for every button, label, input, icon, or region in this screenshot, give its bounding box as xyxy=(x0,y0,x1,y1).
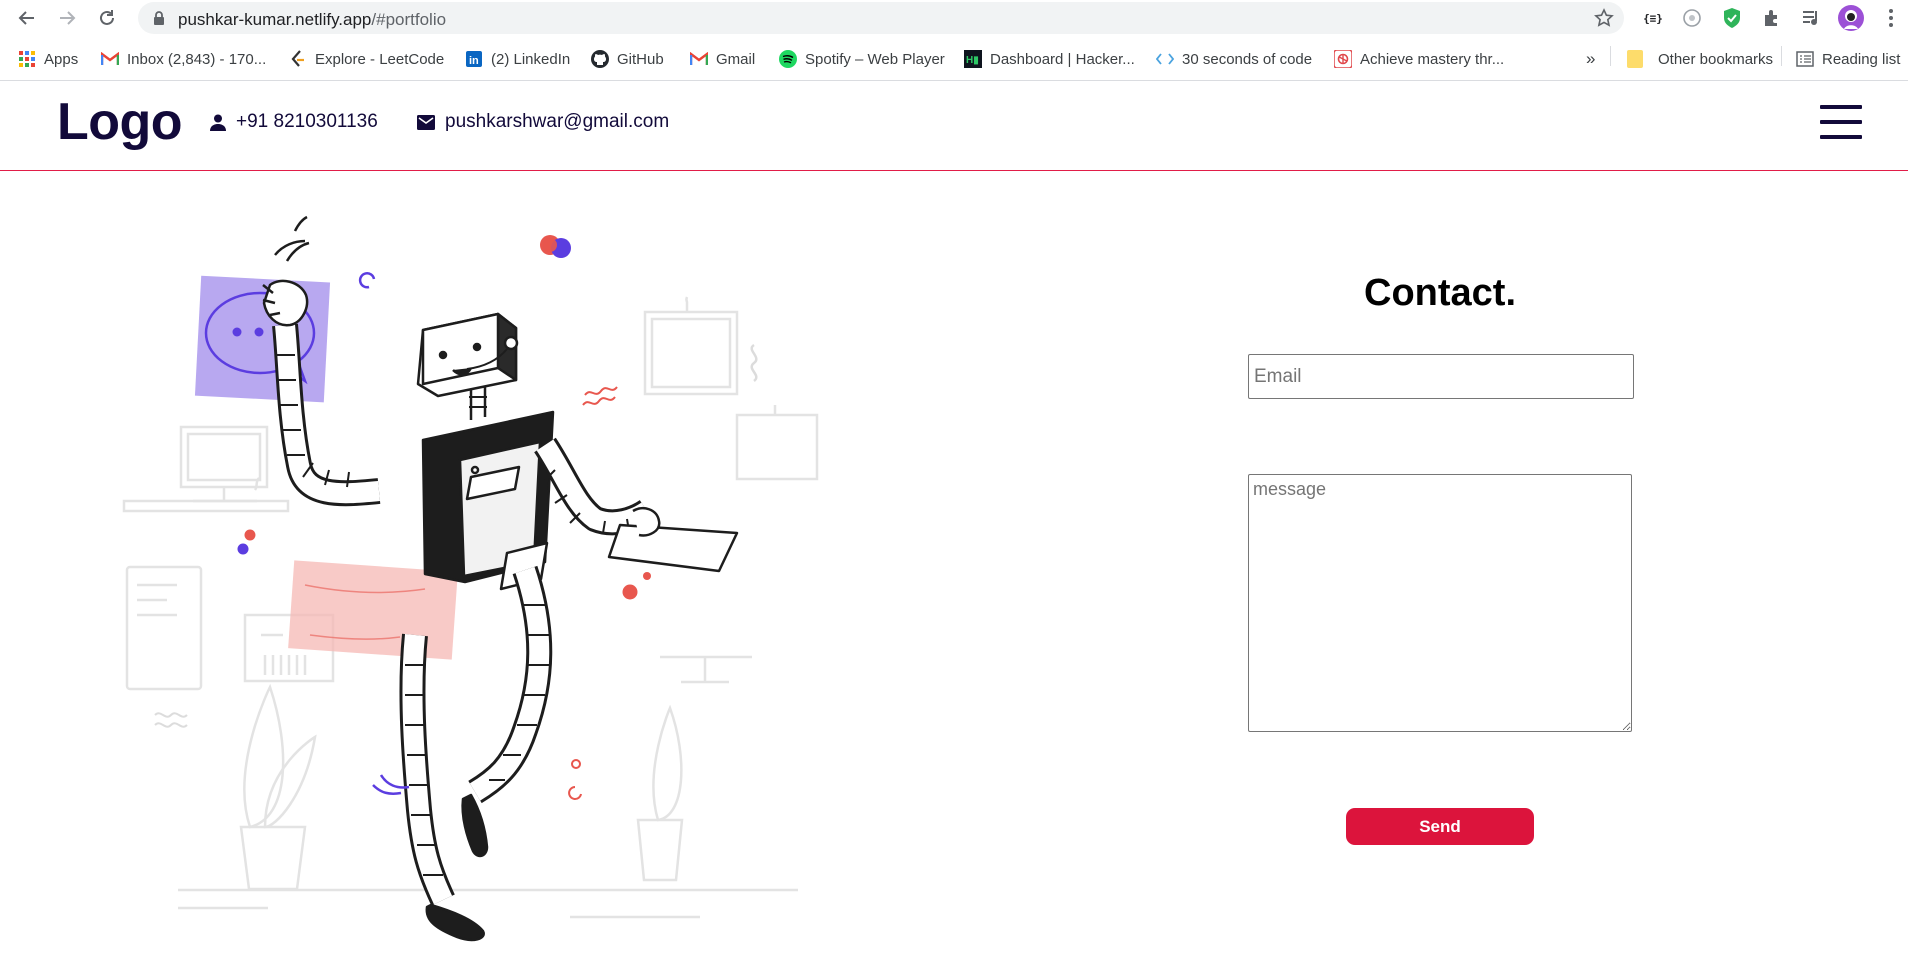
json-extension-icon[interactable]: {≡} xyxy=(1640,5,1666,31)
address-bar[interactable]: pushkar-kumar.netlify.app/#portfolio xyxy=(138,2,1624,34)
contact-title: Contact. xyxy=(1364,272,1516,314)
extensions-puzzle-icon[interactable] xyxy=(1759,5,1785,31)
bookmarks-bar: Apps Inbox (2,843) - 170... Explore - Le… xyxy=(0,40,1908,76)
hamburger-bar xyxy=(1820,135,1862,139)
site-logo[interactable]: Logo xyxy=(57,92,183,152)
hackerrank-icon: H▮ xyxy=(964,50,982,68)
bookmark-linkedin[interactable]: in (2) LinkedIn xyxy=(465,48,570,70)
decor-dot xyxy=(244,529,256,541)
other-bookmarks-folder[interactable]: Other bookmarks xyxy=(1626,48,1773,70)
mail-icon xyxy=(417,114,435,130)
email-input[interactable] xyxy=(1248,354,1634,399)
decor-dot xyxy=(543,238,557,252)
person-icon xyxy=(210,114,226,131)
apps-grid-icon xyxy=(18,50,36,68)
bookmark-label: Dashboard | Hacker... xyxy=(990,50,1135,68)
decor-dot xyxy=(571,759,581,769)
linkedin-icon: in xyxy=(465,50,483,68)
forward-button[interactable] xyxy=(53,4,81,32)
bookmarks-overflow-button[interactable]: » xyxy=(1586,48,1595,70)
bookmark-label: Gmail xyxy=(716,50,756,68)
spotify-icon xyxy=(779,50,797,68)
shield-extension-icon[interactable] xyxy=(1719,5,1745,31)
bookmark-label: Apps xyxy=(44,50,79,68)
back-button[interactable] xyxy=(13,4,41,32)
send-button[interactable]: Send xyxy=(1346,808,1534,845)
bookmark-label: Explore - LeetCode xyxy=(315,50,445,68)
bookmark-github[interactable]: GitHub xyxy=(591,48,664,70)
bookmark-star-icon[interactable] xyxy=(1594,8,1614,28)
code-icon xyxy=(1156,50,1174,68)
bookmarks-divider xyxy=(1610,46,1611,66)
hamburger-bar xyxy=(1820,120,1862,124)
bookmarks-divider xyxy=(1781,46,1782,66)
message-textarea[interactable] xyxy=(1248,474,1632,732)
github-icon xyxy=(591,50,609,68)
bookmark-label: Spotify – Web Player xyxy=(805,50,945,68)
decor-arc xyxy=(358,272,376,289)
motion-lines xyxy=(274,215,310,262)
openai-icon xyxy=(1334,50,1352,68)
bookmark-30-seconds[interactable]: 30 seconds of code xyxy=(1156,48,1312,70)
bookmark-label: Inbox (2,843) - 170... xyxy=(127,50,267,68)
gmail-icon xyxy=(101,50,119,68)
url-text: pushkar-kumar.netlify.app/#portfolio xyxy=(178,10,447,29)
wiggle-decoration xyxy=(154,712,188,728)
bookmark-label: 30 seconds of code xyxy=(1182,50,1313,68)
browser-toolbar: pushkar-kumar.netlify.app/#portfolio {≡} xyxy=(0,0,1908,36)
reload-button[interactable] xyxy=(93,4,121,32)
hamburger-bar xyxy=(1820,105,1862,109)
hamburger-menu-button[interactable] xyxy=(1820,105,1862,139)
reading-list-button[interactable]: Reading list xyxy=(1796,48,1900,70)
bookmark-spotify[interactable]: Spotify – Web Player xyxy=(779,48,945,70)
reading-list-label: Reading list xyxy=(1822,50,1901,68)
decor-dot xyxy=(622,584,638,600)
overflow-chevron-icon: » xyxy=(1586,49,1596,68)
lock-icon xyxy=(154,11,164,25)
bookmark-leetcode[interactable]: Explore - LeetCode xyxy=(289,48,444,70)
gmail-icon xyxy=(690,50,708,68)
timer-extension-icon[interactable] xyxy=(1679,5,1705,31)
bookmark-label: (2) LinkedIn xyxy=(491,50,571,68)
chrome-menu-icon[interactable] xyxy=(1878,5,1904,31)
other-bookmarks-label: Other bookmarks xyxy=(1658,50,1774,68)
forward-arrow-icon xyxy=(60,11,76,25)
wiggle-decoration xyxy=(582,386,618,406)
folder-icon xyxy=(1626,50,1644,68)
back-arrow-icon xyxy=(18,11,34,25)
site-header: Logo +91 8210301136 pushkarshwar@gmail.c… xyxy=(0,81,1908,171)
profile-avatar-icon[interactable] xyxy=(1838,5,1864,31)
svg-text:H▮: H▮ xyxy=(966,55,979,66)
reading-list-icon xyxy=(1796,50,1814,68)
bookmark-inbox[interactable]: Inbox (2,843) - 170... xyxy=(101,48,266,70)
bookmark-label: Achieve mastery thr... xyxy=(1360,50,1505,68)
leetcode-icon xyxy=(289,50,307,68)
header-email[interactable]: pushkarshwar@gmail.com xyxy=(417,111,669,133)
decor-dot xyxy=(237,543,249,555)
bookmark-apps[interactable]: Apps xyxy=(18,48,78,70)
email-address: pushkarshwar@gmail.com xyxy=(445,111,670,132)
robot-illustration xyxy=(115,215,835,960)
wiggle-decoration xyxy=(750,343,758,382)
decor-dot xyxy=(643,572,651,580)
reload-icon xyxy=(100,10,114,25)
svg-text:in: in xyxy=(469,55,479,67)
bookmark-hackerrank[interactable]: H▮ Dashboard | Hacker... xyxy=(964,48,1135,70)
bookmark-gmail[interactable]: Gmail xyxy=(690,48,755,70)
phone-number: +91 8210301136 xyxy=(236,111,378,132)
media-control-icon[interactable] xyxy=(1798,5,1824,31)
header-phone[interactable]: +91 8210301136 xyxy=(210,111,378,133)
bookmark-openai[interactable]: Achieve mastery thr... xyxy=(1334,48,1504,70)
bookmark-label: GitHub xyxy=(617,50,664,68)
decor-arc xyxy=(568,786,582,800)
